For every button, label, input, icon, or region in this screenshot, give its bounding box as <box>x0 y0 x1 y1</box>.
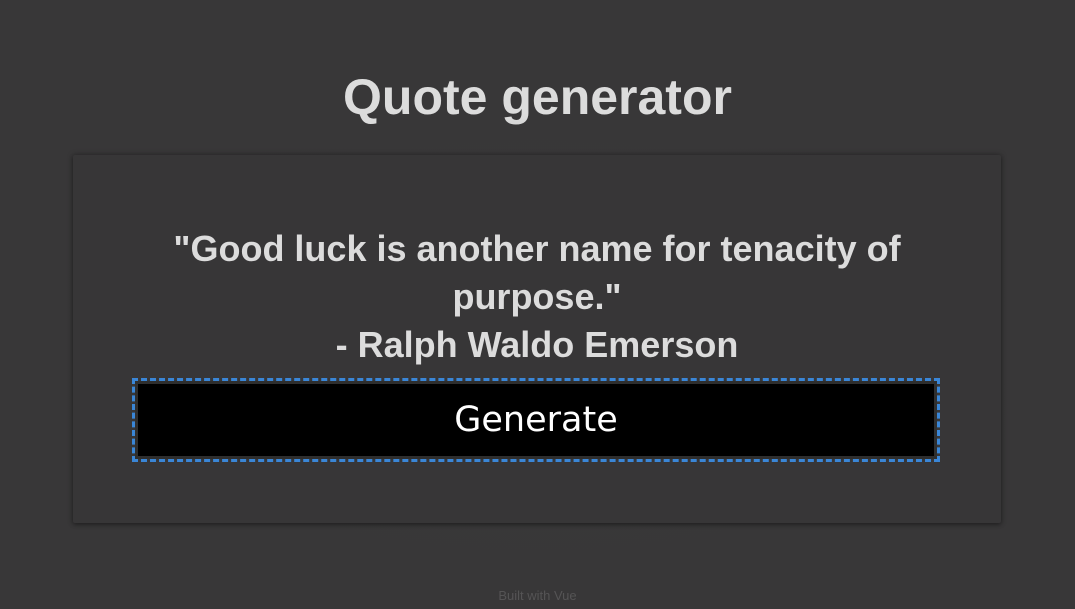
quote-text: "Good luck is another name for tenacity … <box>173 228 901 317</box>
footer-credit: Built with Vue <box>498 588 577 603</box>
quote-block: "Good luck is another name for tenacity … <box>73 225 1001 369</box>
quote-card: "Good luck is another name for tenacity … <box>73 155 1001 523</box>
quote-author: - Ralph Waldo Emerson <box>335 324 739 365</box>
generate-button[interactable]: Generate <box>132 378 940 462</box>
